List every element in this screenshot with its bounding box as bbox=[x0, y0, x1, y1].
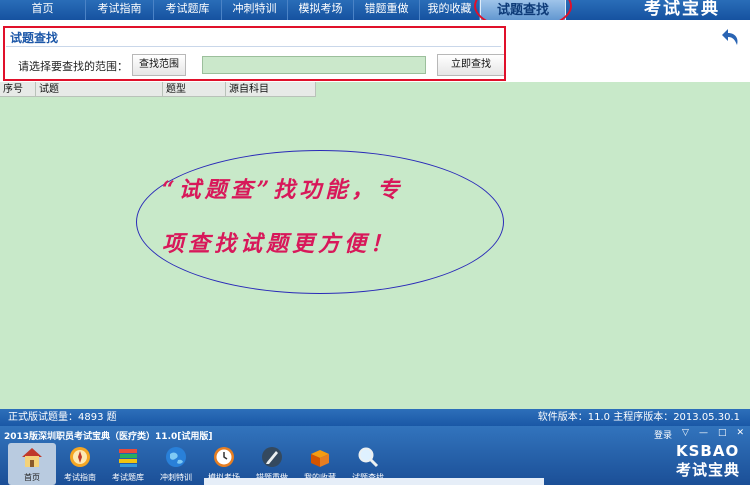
compass-icon bbox=[70, 447, 90, 467]
nav-wrong-redo[interactable]: 错题重做 bbox=[354, 0, 420, 20]
books-icon bbox=[119, 449, 137, 467]
column-header-subject[interactable]: 源自科目 bbox=[226, 82, 316, 96]
question-count: 正式版试题量：4893 题 bbox=[8, 412, 117, 423]
nav-question-bank[interactable]: 考试题库 bbox=[154, 0, 222, 20]
column-header-question[interactable]: 试题 bbox=[36, 82, 163, 96]
dock-label: 冲刺特训 bbox=[160, 473, 192, 482]
close-icon[interactable]: ✕ bbox=[736, 428, 744, 441]
minimize-icon[interactable]: — bbox=[699, 428, 708, 441]
brand-logo-top: 考试宝典 bbox=[644, 0, 720, 19]
dock-label: 首页 bbox=[24, 473, 40, 482]
annotation-line-2: 项查找试题更方便！ bbox=[162, 231, 397, 257]
version-info: 软件版本：11.0 主程序版本：2013.05.30.1 bbox=[537, 412, 740, 423]
column-header-index[interactable]: 序号 bbox=[0, 82, 36, 96]
dock-question-bank[interactable]: 考试题库 bbox=[104, 443, 152, 485]
brand-en: KSBAO bbox=[676, 442, 740, 460]
range-label: 请选择要查找的范围： bbox=[18, 60, 128, 73]
search-button[interactable]: 立即查找 bbox=[437, 54, 505, 76]
brand-cn: 考试宝典 bbox=[676, 461, 741, 479]
nav-home[interactable]: 首页 bbox=[0, 0, 86, 20]
nav-sprint-training[interactable]: 冲刺特训 bbox=[222, 0, 288, 20]
box-icon bbox=[311, 450, 329, 467]
dropdown-icon[interactable]: ▽ bbox=[682, 428, 689, 441]
nav-question-search[interactable]: 试题查找 bbox=[480, 0, 566, 22]
app-title: 2013版深圳职员考试宝典（医疗类）11.0[试用版] bbox=[4, 432, 213, 442]
annotation-line-1: “试题查”找功能，专 bbox=[162, 177, 404, 203]
search-panel: 试题查找 请选择要查找的范围： 查找范围 立即查找 bbox=[0, 20, 750, 82]
back-arrow-icon[interactable] bbox=[720, 26, 742, 48]
dock-home[interactable]: 首页 bbox=[8, 443, 56, 485]
range-button[interactable]: 查找范围 bbox=[132, 54, 186, 76]
dock-sprint-training[interactable]: 冲刺特训 bbox=[152, 443, 200, 485]
window-controls: 登录 ▽ — □ ✕ bbox=[654, 428, 744, 441]
nav-favorites[interactable]: 我的收藏 bbox=[420, 0, 480, 20]
dock-label: 考试题库 bbox=[112, 473, 144, 482]
taskbar-tab bbox=[204, 478, 544, 485]
pen-icon bbox=[262, 447, 282, 467]
panel-title: 试题查找 bbox=[10, 31, 59, 45]
divider bbox=[6, 46, 501, 47]
magnifier-icon bbox=[358, 447, 379, 468]
globe-icon bbox=[166, 447, 186, 467]
dock-exam-guide[interactable]: 考试指南 bbox=[56, 443, 104, 485]
nav-exam-guide[interactable]: 考试指南 bbox=[86, 0, 154, 20]
maximize-icon[interactable]: □ bbox=[718, 428, 727, 441]
dock-label: 考试指南 bbox=[64, 473, 96, 482]
search-input[interactable] bbox=[202, 56, 426, 74]
clock-icon bbox=[214, 447, 234, 467]
home-icon bbox=[22, 448, 42, 467]
login-button[interactable]: 登录 bbox=[654, 428, 672, 441]
grid-header: 序号 试题 题型 源自科目 bbox=[0, 82, 316, 97]
nav-mock-exam[interactable]: 模拟考场 bbox=[288, 0, 354, 20]
brand-logo-bottom: KSBAO 考试宝典 bbox=[676, 442, 740, 480]
app-bar: 2013版深圳职员考试宝典（医疗类）11.0[试用版] 登录 ▽ — □ ✕ 首… bbox=[0, 426, 750, 485]
top-nav: 首页 考试指南 考试题库 冲刺特训 模拟考场 错题重做 我的收藏 bbox=[0, 0, 750, 20]
column-header-type[interactable]: 题型 bbox=[163, 82, 226, 96]
status-bar: 正式版试题量：4893 题 软件版本：11.0 主程序版本：2013.05.30… bbox=[0, 409, 750, 426]
